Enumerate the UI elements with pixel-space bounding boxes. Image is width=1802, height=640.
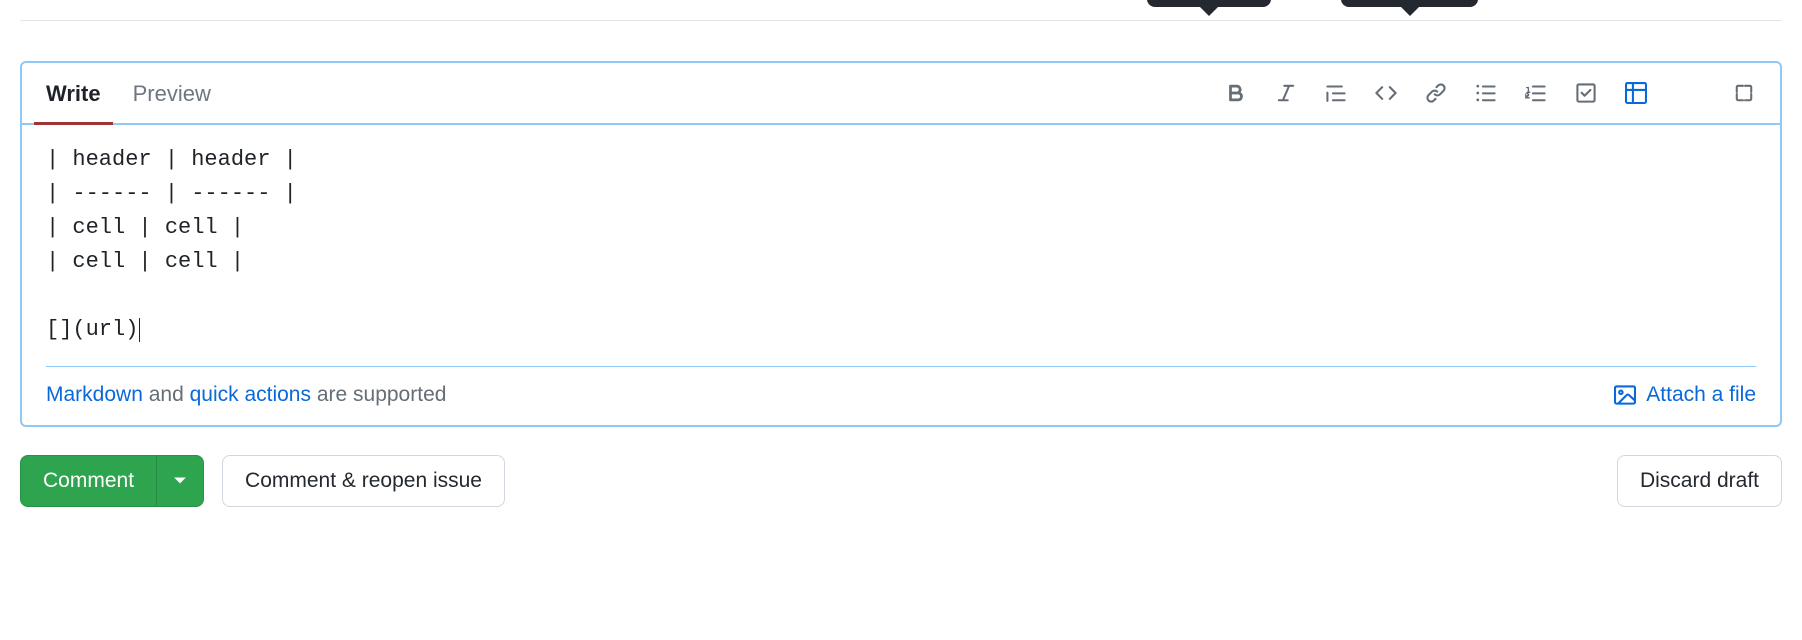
comment-dropdown-caret[interactable]: [157, 463, 203, 499]
attach-file-link[interactable]: Attach a file: [1614, 383, 1756, 407]
tooltip-add-link: Add a link: [1147, 0, 1271, 7]
fullscreen-icon[interactable]: [1732, 81, 1756, 105]
numbered-list-icon[interactable]: [1524, 81, 1548, 105]
quick-actions-link[interactable]: quick actions: [190, 383, 311, 406]
image-icon: [1614, 384, 1636, 406]
tooltip-add-table: Add a table: [1341, 0, 1478, 7]
caret-down-icon: [173, 476, 187, 486]
italic-icon[interactable]: [1274, 81, 1298, 105]
comment-button-label: Comment: [21, 456, 157, 506]
bold-icon[interactable]: [1224, 81, 1248, 105]
comment-button[interactable]: Comment: [20, 455, 204, 507]
comment-editor: Write Preview: [20, 61, 1782, 427]
tab-preview[interactable]: Preview: [133, 63, 211, 123]
formatting-toolbar: [1224, 81, 1756, 105]
task-list-icon[interactable]: [1574, 81, 1598, 105]
link-icon[interactable]: [1424, 81, 1448, 105]
tab-write[interactable]: Write: [46, 63, 101, 123]
markdown-link[interactable]: Markdown: [46, 383, 143, 406]
discard-draft-button[interactable]: Discard draft: [1617, 455, 1782, 507]
attach-file-label: Attach a file: [1646, 383, 1756, 407]
bullet-list-icon[interactable]: [1474, 81, 1498, 105]
quote-icon[interactable]: [1324, 81, 1348, 105]
code-icon[interactable]: [1374, 81, 1398, 105]
comment-reopen-button[interactable]: Comment & reopen issue: [222, 455, 505, 507]
table-icon[interactable]: [1624, 81, 1648, 105]
top-divider: [20, 20, 1782, 21]
markdown-hint: Markdown and quick actions are supported: [46, 383, 446, 407]
comment-textarea[interactable]: | header | header | | ------ | ------ | …: [22, 125, 1780, 366]
